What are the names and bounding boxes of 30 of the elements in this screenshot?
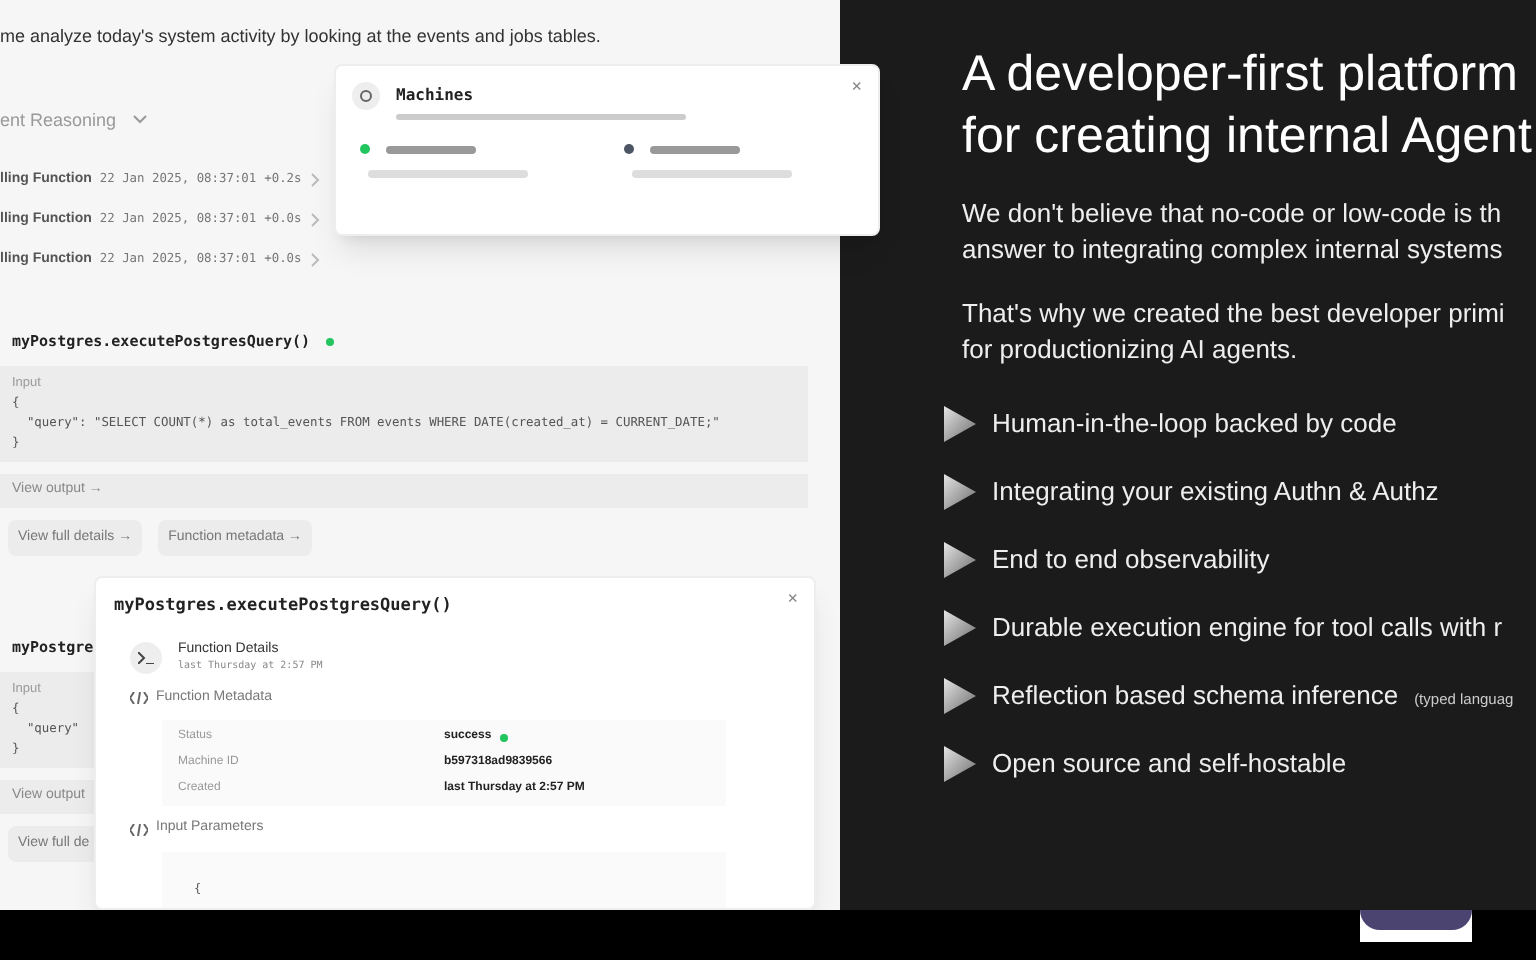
message-text: me analyze today's system activity by looking at the events and jobs tables.	[0, 24, 603, 50]
chevron-right-icon[interactable]	[309, 172, 320, 188]
popup-title: Machines	[396, 84, 474, 108]
blob-drawing	[1360, 910, 1472, 942]
play-triangle-icon	[944, 541, 976, 577]
play-triangle-icon	[944, 405, 976, 441]
feature-text: End to end observability	[992, 541, 1270, 578]
close-button[interactable]: ×	[787, 586, 798, 613]
blurred-machine-id	[386, 145, 476, 153]
feature-text: Durable execution engine for tool calls with r	[992, 609, 1503, 646]
promo-heading: A developer-first platform for creating internal Agent	[962, 44, 1534, 168]
terminal-icon	[130, 641, 162, 674]
modal-title: myPostgres.executePostgresQuery()	[114, 594, 452, 620]
play-triangle-icon	[944, 745, 976, 781]
promo-paragraph: That's why we created the best developer primi for productionizing AI agents.	[962, 296, 1507, 368]
play-triangle-icon	[944, 473, 976, 509]
play-triangle-icon	[944, 609, 976, 645]
chevron-right-icon[interactable]	[309, 212, 320, 228]
code-icon	[130, 823, 148, 835]
chevron-right-icon[interactable]	[309, 252, 320, 268]
feature-text: Reflection based schema inference	[992, 677, 1399, 714]
close-button[interactable]: ×	[851, 74, 862, 101]
feature-text: Human-in-the-loop backed by code	[992, 405, 1397, 442]
feature-text: Integrating your existing Authn & Authz	[992, 473, 1439, 510]
promo-paragraph: We don't believe that no-code or low-code is th answer to integrating complex internal systems	[962, 196, 1505, 268]
code-icon	[130, 692, 148, 704]
reasoning-toggle[interactable]: ent Reasoning	[0, 107, 117, 134]
blurred-machine-id	[649, 145, 739, 153]
feature-text: Open source and self-hostable	[992, 745, 1347, 782]
play-triangle-icon	[944, 677, 976, 713]
